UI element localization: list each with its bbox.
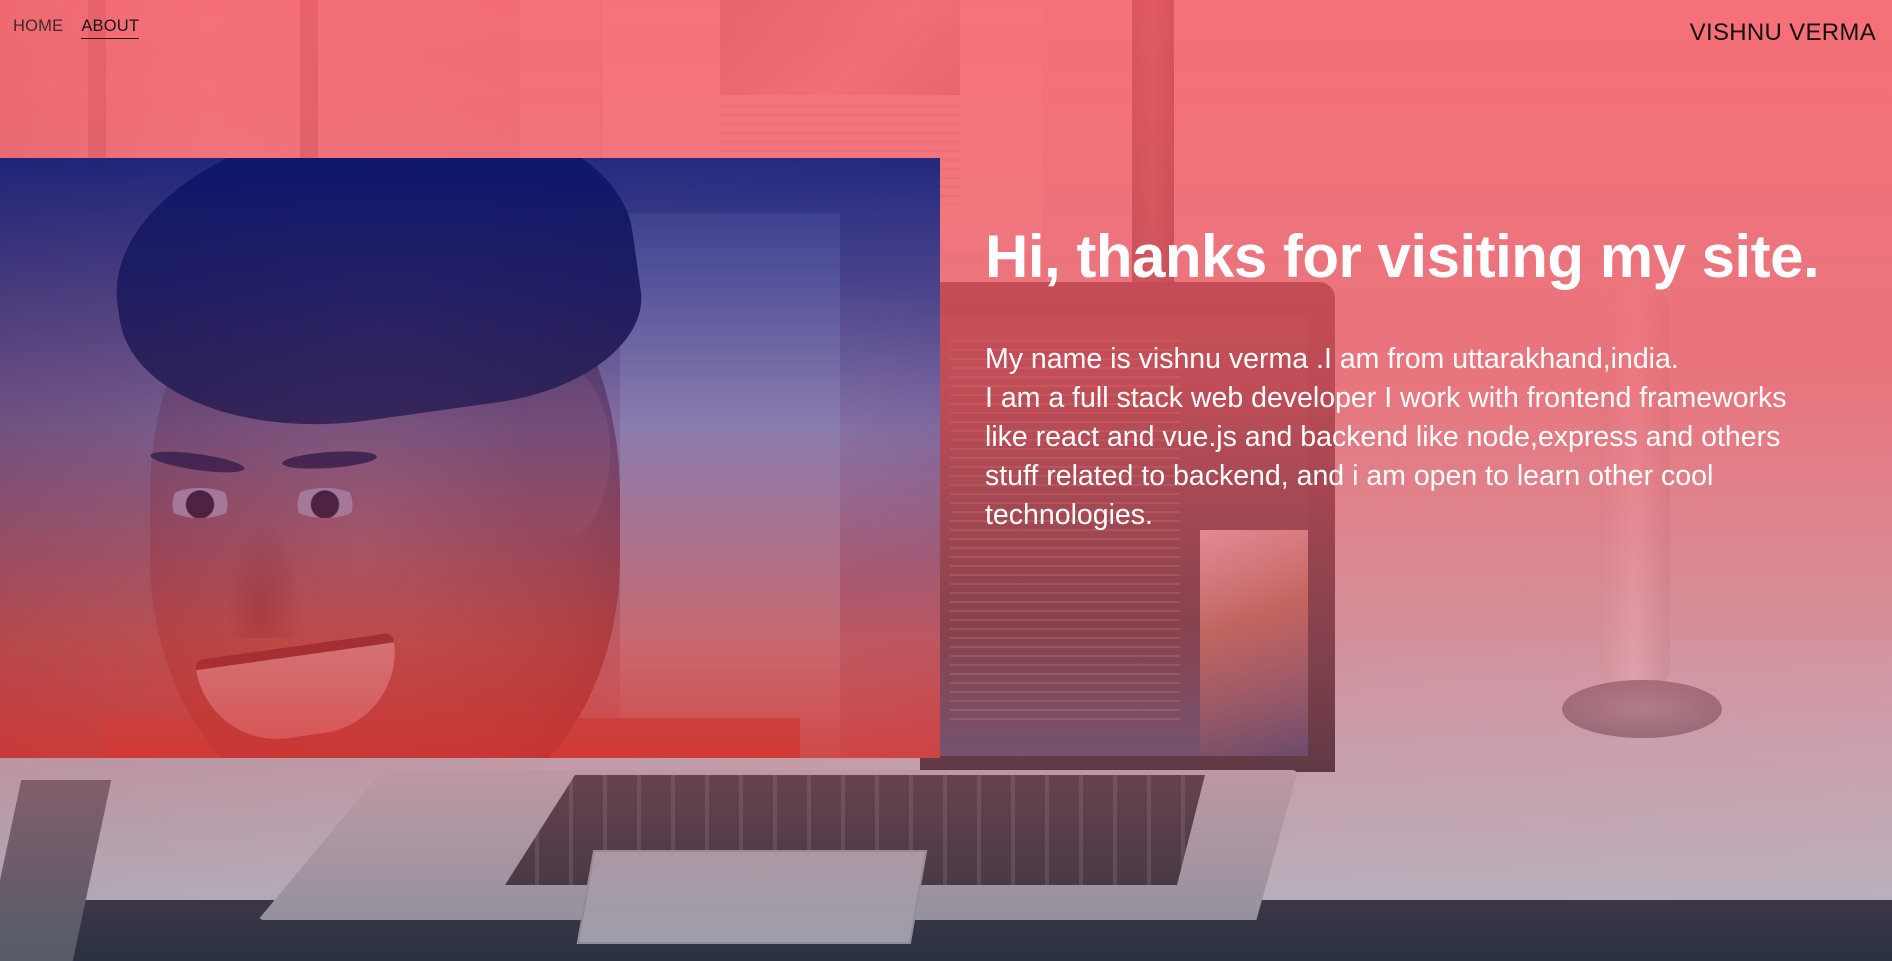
photo-color-tint — [0, 158, 940, 758]
main-nav: HOME ABOUT — [13, 17, 140, 39]
hero-about-text: I am a full stack web developer I work w… — [985, 382, 1787, 531]
profile-photo — [0, 158, 940, 758]
nav-link-about[interactable]: ABOUT — [81, 17, 140, 39]
nav-link-home[interactable]: HOME — [13, 17, 63, 39]
site-brand[interactable]: VISHNU VERMA — [1690, 19, 1876, 47]
hero-intro-line: My name is vishnu verma .I am from uttar… — [985, 343, 1679, 375]
page: HOME ABOUT VISHNU VERMA Hi, thanks for v… — [0, 0, 1892, 961]
hero-title: Hi, thanks for visiting my site. — [985, 223, 1820, 290]
hero-description: My name is vishnu verma .I am from uttar… — [985, 340, 1805, 535]
